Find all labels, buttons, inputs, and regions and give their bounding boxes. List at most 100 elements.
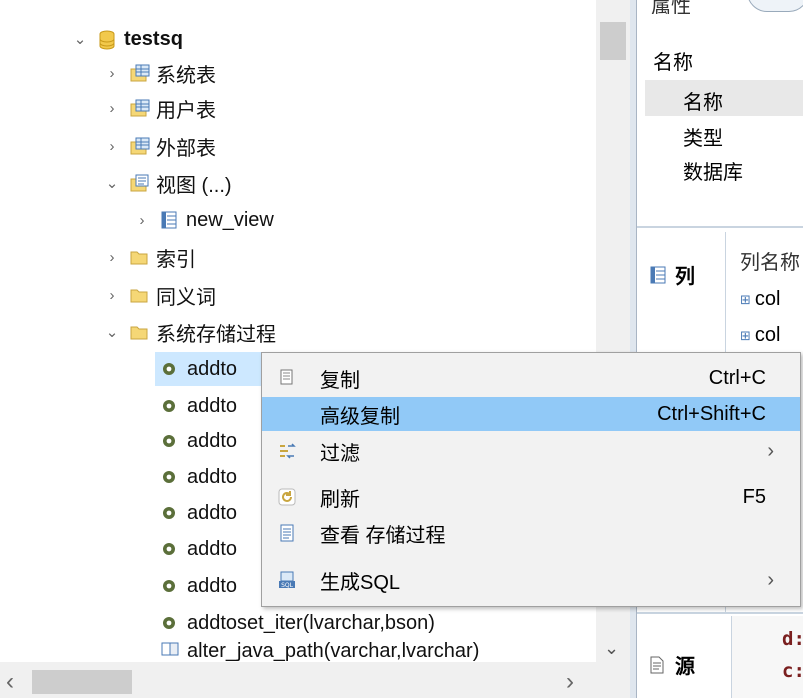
tree-label: 系统存储过程 (156, 323, 276, 346)
tree-label: 外部表 (156, 137, 216, 160)
tree-node-system-procedures[interactable]: ⌄ 系统存储过程 (104, 315, 276, 349)
tree-node-procedure-java[interactable]: alter_java_path(varchar,lvarchar) (161, 640, 479, 662)
tree-label: addto (187, 429, 238, 452)
tree-node-procedure[interactable]: addto (161, 460, 237, 494)
column-row[interactable]: ⊞ col (740, 288, 780, 311)
horizontal-scroll-thumb[interactable] (32, 670, 132, 694)
chevron-right-icon[interactable]: › (104, 100, 120, 117)
procedure-icon (161, 360, 179, 378)
menu-item-advanced-copy[interactable]: 高级复制 Ctrl+Shift+C (262, 397, 800, 431)
tree-node-database[interactable]: ⌄ testsq (72, 22, 183, 56)
tree-node-views[interactable]: ⌄ 视图 (...) (104, 166, 232, 200)
column-type-icon: ⊞ (740, 291, 751, 307)
menu-label: 高级复制 (320, 405, 400, 428)
tree-node-procedure[interactable]: addto (161, 389, 237, 423)
column-header: 列名称 (740, 252, 800, 274)
column-row[interactable]: ⊞ col (740, 324, 780, 347)
column-name: col (754, 324, 781, 346)
tree-node-external-tables[interactable]: › 外部表 (104, 129, 216, 163)
scroll-down-button[interactable]: ⌄ (604, 638, 619, 659)
java-procedure-icon (161, 640, 179, 658)
tree-node-new-view[interactable]: › new_view (134, 203, 274, 237)
tree-node-indexes[interactable]: › 索引 (104, 240, 197, 274)
chevron-down-icon[interactable]: ⌄ (104, 174, 120, 192)
tree-node-system-tables[interactable]: › 系统表 (104, 56, 216, 90)
procedure-icon (161, 614, 179, 632)
tree-label: 视图 (...) (156, 174, 232, 197)
tree-node-synonyms[interactable]: › 同义词 (104, 278, 217, 312)
chevron-right-icon[interactable]: › (104, 287, 120, 304)
property-database: 数据库 (683, 162, 743, 184)
menu-label: 查看 存储过程 (320, 524, 446, 547)
section-separator (637, 226, 803, 228)
procedure-icon (161, 468, 179, 486)
tree-node-procedure[interactable]: addto (161, 569, 237, 603)
source-editor[interactable]: d: c: (731, 616, 803, 698)
name-section-title: 名称 (653, 52, 693, 74)
procedure-icon (161, 504, 179, 522)
vertical-scroll-thumb[interactable] (600, 22, 626, 60)
chevron-down-icon[interactable]: ⌄ (72, 30, 88, 48)
table-folder-icon (130, 137, 150, 155)
tree-label: addto (187, 357, 238, 380)
database-name: testsq (124, 27, 183, 50)
tree-label: alter_java_path(varchar,lvarchar) (187, 640, 480, 662)
filter-icon (278, 442, 296, 460)
tree-node-procedure[interactable]: addtoset_iter(lvarchar,bson) (161, 606, 435, 640)
property-name: 名称 (683, 92, 723, 114)
view-folder-icon (130, 174, 149, 192)
tree-label: 同义词 (156, 286, 216, 309)
property-row-header (645, 80, 803, 116)
menu-shortcut: Ctrl+Shift+C (657, 402, 766, 425)
chevron-right-icon[interactable]: › (104, 138, 120, 155)
menu-shortcut: Ctrl+C (708, 366, 766, 389)
tree-node-procedure-selected[interactable]: addto (155, 352, 265, 386)
svg-text:SQL: SQL (281, 582, 294, 589)
source-label: 源 (675, 656, 695, 678)
columns-label: 列 (675, 266, 695, 288)
source-section: 源 (649, 650, 695, 679)
scroll-left-button[interactable]: ‹ (6, 668, 14, 696)
menu-item-generate-sql[interactable]: SQL 生成SQL › (262, 563, 800, 597)
tree-label: 用户表 (156, 99, 216, 122)
menu-item-view-procedure[interactable]: 查看 存储过程 (262, 516, 800, 550)
chevron-right-icon[interactable]: › (104, 249, 120, 266)
tree-node-procedure[interactable]: addto (161, 532, 237, 566)
menu-item-filter[interactable]: 过滤 › (262, 434, 800, 468)
tree-node-procedure[interactable]: addto (161, 496, 237, 530)
sql-icon: SQL (278, 571, 296, 589)
source-line: d: (782, 628, 803, 650)
chevron-down-icon[interactable]: ⌄ (104, 323, 120, 341)
view-procedure-icon (278, 524, 296, 542)
chevron-right-icon[interactable]: › (104, 65, 120, 82)
submenu-arrow-icon: › (767, 568, 774, 591)
menu-item-refresh[interactable]: 刷新 F5 (262, 480, 800, 514)
chevron-right-icon[interactable]: › (134, 212, 150, 229)
tree-label: 索引 (156, 248, 196, 271)
table-folder-icon (130, 64, 150, 82)
columns-icon (649, 266, 667, 284)
folder-icon (130, 248, 148, 266)
tree-label: addto (187, 537, 238, 560)
tree-label: addtoset_iter(lvarchar,bson) (187, 611, 435, 634)
tree-node-user-tables[interactable]: › 用户表 (104, 91, 216, 125)
menu-item-copy[interactable]: 复制 Ctrl+C (262, 361, 800, 395)
scroll-right-button[interactable]: › (566, 668, 574, 696)
menu-label: 复制 (320, 369, 360, 392)
folder-icon (130, 323, 148, 341)
tab-properties[interactable]: 属性 (651, 0, 691, 14)
tree-node-procedure[interactable]: addto (161, 424, 237, 458)
view-icon (160, 211, 178, 229)
tab-rounded[interactable] (747, 0, 803, 12)
tree-label: addto (187, 465, 238, 488)
context-menu: 复制 Ctrl+C 高级复制 Ctrl+Shift+C 过滤 › 刷新 F5 查… (261, 352, 801, 607)
menu-label: 刷新 (320, 488, 360, 511)
source-icon (649, 656, 667, 674)
refresh-icon (278, 488, 296, 506)
tree-label: addto (187, 394, 238, 417)
section-separator (637, 612, 803, 614)
property-type: 类型 (683, 128, 723, 150)
columns-section: 列 (649, 260, 695, 289)
procedure-icon (161, 432, 179, 450)
source-line: c: (782, 660, 803, 682)
